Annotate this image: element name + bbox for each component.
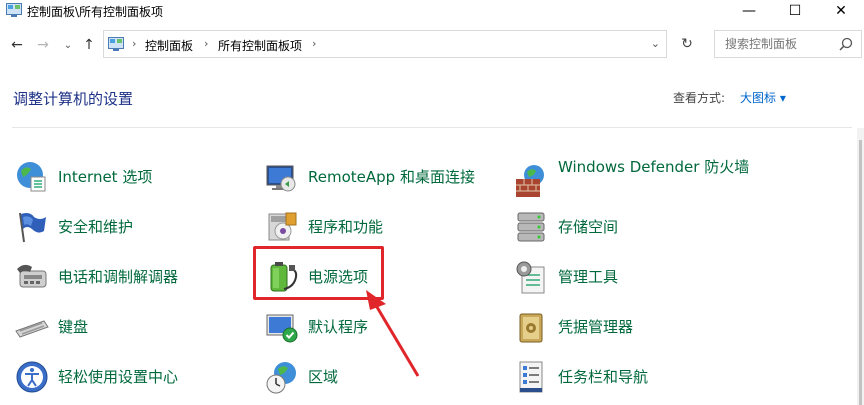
address-bar[interactable]: › 控制面板 › 所有控制面板项 › ⌄ [103, 30, 667, 58]
ease-of-access-icon [16, 361, 48, 393]
item-label: 管理工具 [558, 267, 619, 286]
item-label: 程序和功能 [308, 217, 384, 236]
maximize-button[interactable]: ☐ [772, 0, 818, 22]
item-label: 安全和维护 [58, 217, 134, 236]
up-button[interactable]: ↑ [80, 35, 98, 55]
item-label: 任务栏和导航 [558, 367, 649, 386]
breadcrumb-separator[interactable]: › [132, 37, 136, 50]
refresh-button[interactable]: ↻ [673, 30, 701, 58]
item-security-maintenance[interactable]: 安全和维护 [14, 207, 254, 247]
breadcrumb-separator[interactable]: › [312, 37, 316, 50]
breadcrumb-all-items[interactable]: 所有控制面板项 [218, 37, 302, 54]
item-label: 轻松使用设置中心 [58, 367, 179, 386]
region-icon [266, 362, 296, 394]
credential-manager-icon [519, 313, 543, 343]
item-storage-spaces[interactable]: 存储空间 [514, 207, 754, 247]
control-panel-icon [108, 37, 124, 51]
search-input[interactable] [725, 37, 825, 51]
item-label: 存储空间 [558, 217, 619, 236]
minimize-button[interactable]: — [726, 0, 772, 22]
admin-tools-icon [516, 261, 545, 294]
item-label: 键盘 [58, 317, 89, 336]
search-box[interactable] [714, 30, 862, 58]
page-title: 调整计算机的设置 [13, 90, 134, 108]
back-button[interactable]: ← [8, 35, 26, 55]
keyboard-icon [15, 320, 49, 338]
item-keyboard[interactable]: 键盘 [14, 307, 254, 347]
storage-icon [517, 212, 545, 242]
item-administrative-tools[interactable]: 管理工具 [514, 257, 754, 297]
item-windows-defender-firewall[interactable]: Windows Defender 防火墙 [514, 157, 754, 201]
recent-locations-button[interactable]: ⌄ [62, 35, 74, 55]
security-flag-icon [19, 212, 46, 243]
item-label: 区域 [308, 367, 339, 386]
view-by-label: 查看方式: [673, 91, 726, 105]
item-label: Internet 选项 [58, 167, 153, 186]
item-label: 电话和调制解调器 [58, 267, 179, 286]
annotation-arrow [366, 290, 420, 377]
programs-icon [268, 212, 297, 241]
firewall-icon [516, 165, 544, 197]
divider [12, 127, 852, 128]
breadcrumb-separator[interactable]: › [204, 37, 208, 50]
item-taskbar-navigation[interactable]: 任务栏和导航 [514, 357, 754, 397]
internet-options-icon [17, 162, 46, 192]
item-label: 凭据管理器 [558, 317, 634, 336]
item-label: RemoteApp 和桌面连接 [308, 167, 475, 186]
item-phone-modem[interactable]: 电话和调制解调器 [14, 257, 254, 297]
search-icon[interactable] [839, 37, 853, 51]
forward-button[interactable]: → [34, 35, 52, 55]
close-button[interactable]: ✕ [818, 0, 864, 22]
scrollbar-thumb[interactable] [859, 140, 862, 405]
item-ease-of-access[interactable]: 轻松使用设置中心 [14, 357, 254, 397]
title-bar: 控制面板\所有控制面板项 — ☐ ✕ [0, 0, 864, 22]
phone-modem-icon [17, 264, 47, 288]
item-label: 默认程序 [308, 317, 369, 336]
item-label: Windows Defender 防火墙 [558, 158, 750, 176]
item-programs-features[interactable]: 程序和功能 [264, 207, 504, 247]
taskbar-icon [519, 361, 543, 393]
default-programs-icon [266, 314, 298, 343]
control-panel-icon [6, 3, 22, 17]
address-dropdown-button[interactable]: ⌄ [651, 37, 660, 50]
item-internet-options[interactable]: Internet 选项 [14, 157, 254, 197]
breadcrumb-control-panel[interactable]: 控制面板 [145, 37, 193, 54]
item-credential-manager[interactable]: 凭据管理器 [514, 307, 754, 347]
remoteapp-icon [266, 165, 296, 192]
item-remoteapp[interactable]: RemoteApp 和桌面连接 [264, 157, 504, 197]
view-by-dropdown[interactable]: 大图标 ▾ [740, 89, 786, 106]
window-title: 控制面板\所有控制面板项 [27, 5, 164, 19]
